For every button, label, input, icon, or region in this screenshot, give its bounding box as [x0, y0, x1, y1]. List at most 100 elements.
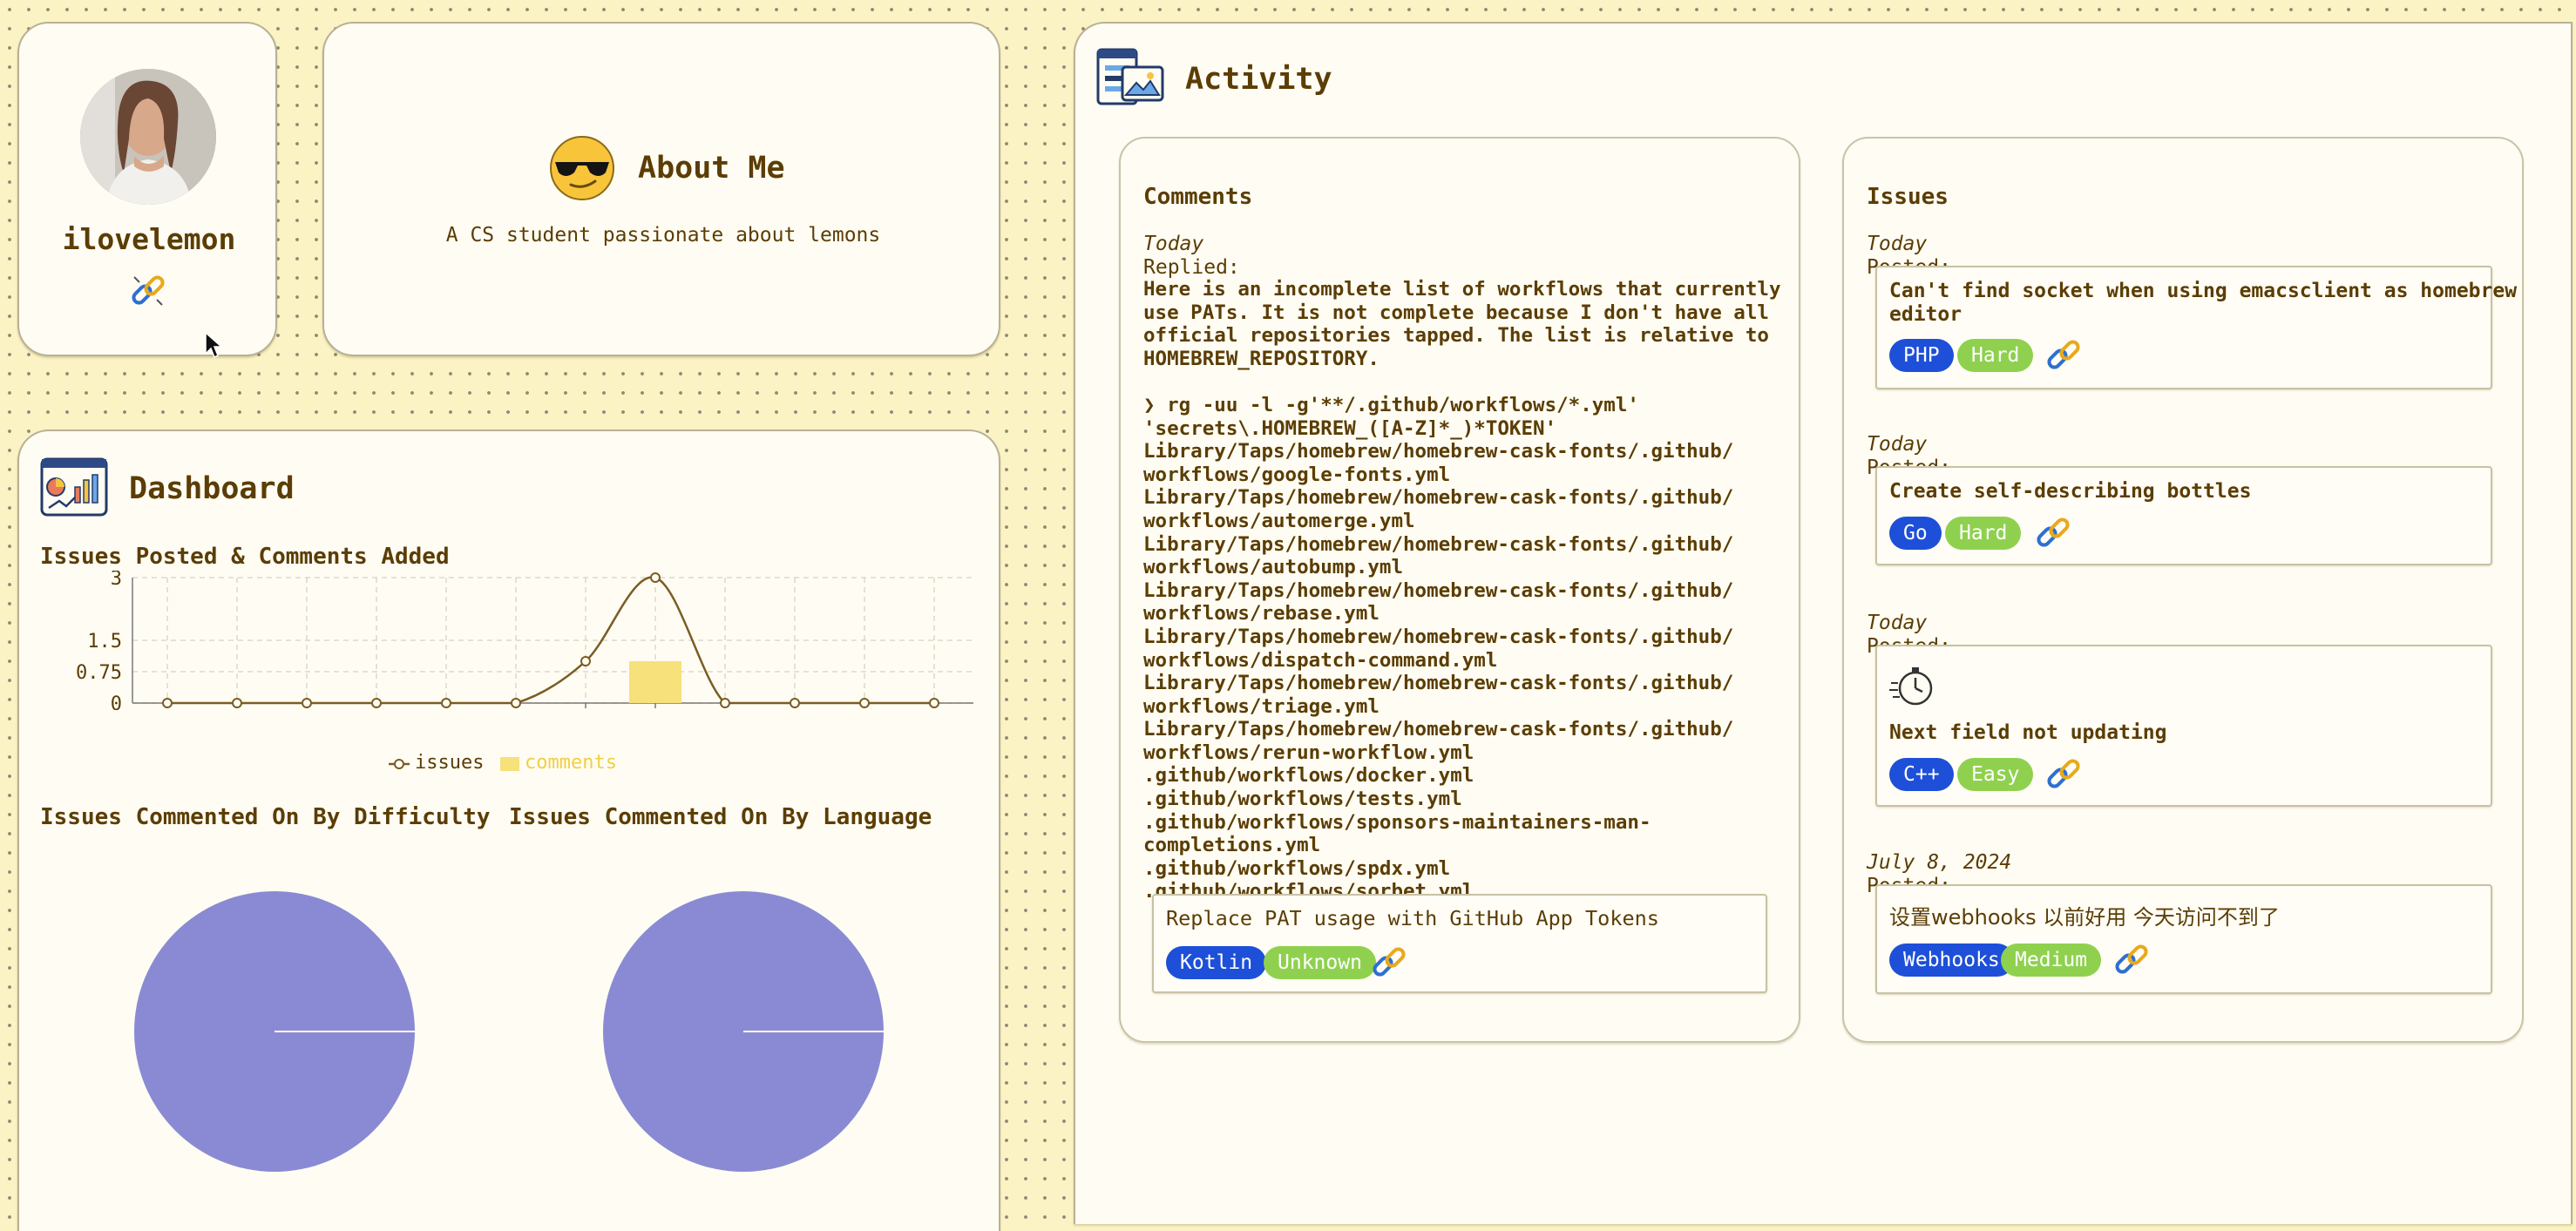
difficulty-tag[interactable]: Hard	[1945, 517, 2022, 550]
issues-point[interactable]	[650, 572, 661, 583]
comment-body-line: ❯ rg -uu -l -g'**/.github/workflows/*.ym…	[1143, 393, 1639, 416]
issue-title-line[interactable]: 设置webhooks 以前好用 今天访问不到了	[1889, 900, 2280, 930]
sunglasses-emoji-icon	[550, 136, 614, 200]
issues-point[interactable]	[859, 698, 870, 708]
issue-date: Today	[1867, 233, 1928, 255]
comment-body-line: .github/workflows/tests.yml	[1143, 788, 1462, 811]
issues-point[interactable]	[302, 698, 312, 708]
about-card: About Me A CS student passionate about l…	[322, 22, 1000, 356]
comment-action: Replied:	[1143, 256, 1240, 279]
comment-body-line: Library/Taps/homebrew/homebrew-cask-font…	[1143, 440, 1734, 463]
difficulty-tag[interactable]: Medium	[2001, 944, 2102, 977]
comment-body-line: workflows/triage.yml	[1143, 694, 1380, 718]
avatar[interactable]	[80, 69, 216, 205]
issue-title-line[interactable]: Create self-describing bottles	[1889, 480, 2251, 503]
y-tick-label: 0.75	[76, 662, 122, 684]
issues-panel: Issues Today Posted: Can't find socket w…	[1842, 137, 2524, 1043]
comment-body-line: .github/workflows/spdx.yml	[1143, 856, 1451, 880]
issue-title-line[interactable]: Next field not updating	[1889, 721, 2167, 744]
link-icon[interactable]	[129, 272, 167, 310]
issues-line	[166, 576, 934, 705]
issue-card[interactable]: 设置webhooks 以前好用 今天访问不到了 Webhooks Medium	[1875, 884, 2492, 994]
comment-body-line: 'secrets\.HOMEBREW_([A-Z]*_)*TOKEN'	[1143, 416, 1557, 440]
profile-card: ilovelemon	[17, 22, 277, 356]
legend-issues-marker	[389, 759, 410, 769]
comment-body-line: Library/Taps/homebrew/homebrew-cask-font…	[1143, 578, 1734, 602]
stopwatch-icon	[1889, 667, 1933, 706]
comment-date: Today	[1143, 233, 1204, 255]
issues-point[interactable]	[371, 698, 382, 708]
comment-body-line: workflows/autobump.yml	[1143, 556, 1404, 579]
link-icon[interactable]	[2044, 336, 2083, 375]
comments-panel: Comments Today Replied: Here is an incom…	[1119, 137, 1800, 1043]
activity-icon	[1096, 48, 1164, 105]
comment-body-line: Here is an incomplete list of workflows …	[1143, 278, 1781, 301]
issues-point[interactable]	[441, 698, 451, 708]
comment-body-line: workflows/automerge.yml	[1143, 509, 1415, 532]
dashboard-card: Dashboard Issues Posted & Comments Added…	[17, 429, 1000, 1231]
legend-comments-label[interactable]: comments	[525, 752, 617, 774]
language-tag[interactable]: Webhooks	[1889, 944, 2014, 977]
about-title: About Me	[638, 151, 785, 186]
comment-body-line: Library/Taps/homebrew/homebrew-cask-font…	[1143, 486, 1734, 510]
issues-point[interactable]	[929, 698, 939, 708]
activity-card: Activity Comments Today Replied: Here is…	[1074, 22, 2573, 1224]
issues-point[interactable]	[232, 698, 242, 708]
legend-issues-label[interactable]: issues	[415, 752, 484, 774]
comment-body-line: Library/Taps/homebrew/homebrew-cask-font…	[1143, 672, 1734, 695]
language-tag[interactable]: PHP	[1889, 339, 1954, 372]
issue-date: July 8, 2024	[1867, 851, 2012, 874]
issue-card[interactable]: Can't find socket when using emacsclient…	[1875, 266, 2517, 389]
language-tag[interactable]: C++	[1889, 758, 1954, 791]
difficulty-tag[interactable]: Unknown	[1264, 946, 1376, 979]
language-chart-title: Issues Commented On By Language	[509, 804, 932, 830]
issue-title-line[interactable]: Can't find socket when using emacsclient…	[1889, 280, 2517, 302]
dashboard-title: Dashboard	[129, 471, 295, 506]
issue-date: Today	[1867, 433, 1928, 456]
difficulty-tag[interactable]: Hard	[1957, 339, 2034, 372]
y-tick-label: 3	[111, 571, 122, 590]
issue-title-line[interactable]: editor	[1889, 303, 1962, 326]
comment-body-line: Library/Taps/homebrew/homebrew-cask-font…	[1143, 625, 1734, 648]
comment-body-line: workflows/google-fonts.yml	[1143, 463, 1451, 486]
comments-bar[interactable]	[629, 661, 681, 703]
link-icon[interactable]	[2034, 514, 2072, 552]
issue-date: Today	[1867, 612, 1928, 634]
issue-card[interactable]: Create self-describing bottles Go Hard	[1875, 466, 2492, 565]
comment-body-line: workflows/dispatch-command.yml	[1143, 648, 1498, 672]
difficulty-pie	[134, 891, 415, 1172]
link-icon[interactable]	[2044, 755, 2083, 794]
chart-legend: issues comments	[389, 752, 650, 778]
legend-comments-swatch	[500, 757, 519, 771]
issue-card[interactable]: Next field not updating C++ Easy	[1875, 645, 2492, 807]
activity-title: Activity	[1185, 62, 1332, 97]
issues-point[interactable]	[162, 698, 173, 708]
chart-title: Issues Posted & Comments Added	[40, 544, 450, 570]
language-tag[interactable]: Kotlin	[1166, 946, 1267, 979]
comments-title: Comments	[1143, 184, 1253, 210]
issues-title: Issues	[1867, 184, 1949, 210]
mouse-cursor-icon	[205, 331, 223, 359]
difficulty-chart-title: Issues Commented On By Difficulty	[40, 804, 491, 830]
comment-body-line: workflows/rerun-workflow.yml	[1143, 741, 1474, 764]
profile-username: ilovelemon	[62, 222, 236, 256]
difficulty-tag[interactable]: Easy	[1957, 758, 2034, 791]
link-icon[interactable]	[1370, 944, 1408, 982]
comment-body-line: workflows/rebase.yml	[1143, 602, 1380, 626]
issues-point[interactable]	[511, 698, 521, 708]
y-tick-label: 0	[111, 693, 122, 710]
comment-issue-title[interactable]: Replace PAT usage with GitHub App Tokens	[1166, 906, 1659, 930]
link-icon[interactable]	[2112, 941, 2151, 979]
comment-body-line: HOMEBREW_REPOSITORY.	[1143, 347, 1380, 370]
comment-body-line: Library/Taps/homebrew/homebrew-cask-font…	[1143, 718, 1734, 741]
comment-issue-card[interactable]: Replace PAT usage with GitHub App Tokens…	[1152, 894, 1767, 993]
language-tag[interactable]: Go	[1889, 517, 1942, 550]
dashboard-icon	[40, 457, 108, 517]
issues-point[interactable]	[720, 698, 730, 708]
comment-body-line	[1143, 370, 1781, 394]
issues-point[interactable]	[580, 656, 591, 666]
issues-point[interactable]	[790, 698, 800, 708]
about-text: A CS student passionate about lemons	[445, 224, 881, 247]
issues-comments-chart: 31.50.750JanFebMarAprMayJunJulAugSepOctN…	[76, 571, 973, 710]
comment-body: Here is an incomplete list of workflows …	[1143, 278, 1781, 903]
